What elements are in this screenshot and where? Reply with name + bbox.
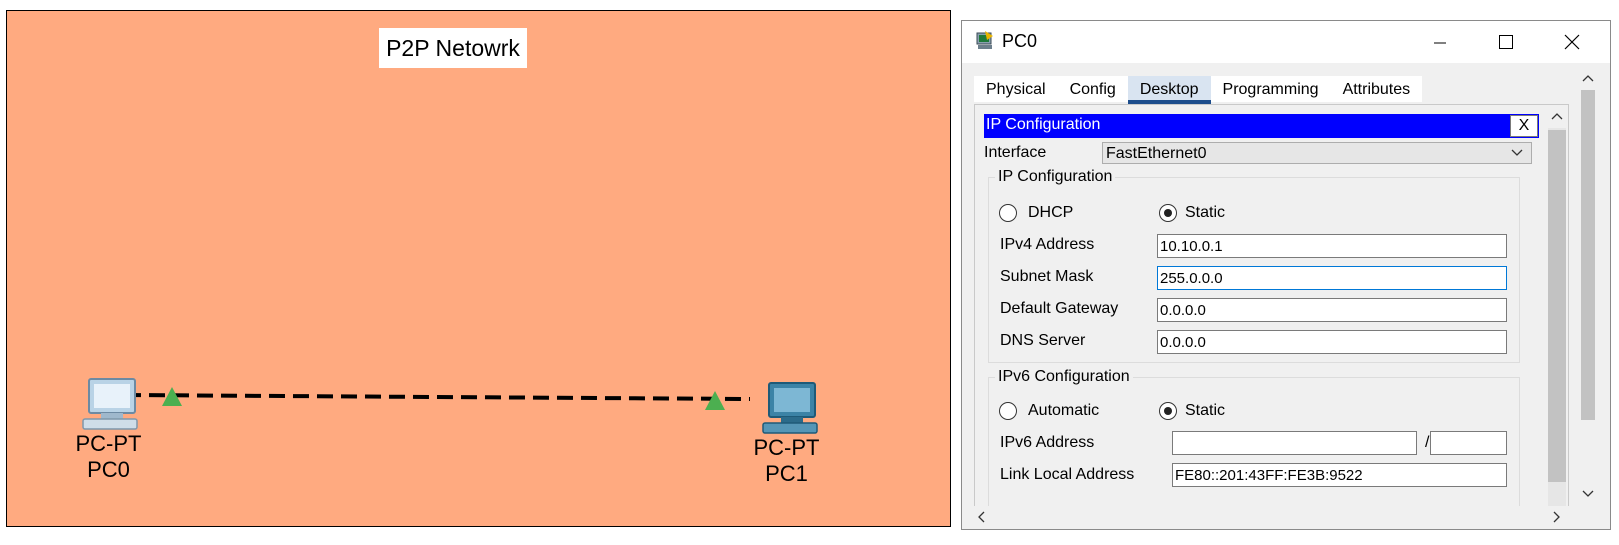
default-gateway-field[interactable] <box>1157 298 1507 322</box>
close-button[interactable] <box>1549 21 1595 63</box>
dns-server-label: DNS Server <box>1000 332 1086 349</box>
link-local-address-field[interactable] <box>1172 463 1507 487</box>
tab-bar: Physical Config Desktop Programming Attr… <box>974 76 1423 104</box>
subnet-mask-field[interactable] <box>1157 266 1507 290</box>
subnet-mask-label: Subnet Mask <box>1000 268 1094 285</box>
pc-icon <box>761 382 818 434</box>
ipv4-config-group: IP Configuration DHCP Static IPv4 Addres… <box>988 168 1520 363</box>
window-title: PC0 <box>1002 31 1038 51</box>
horizontal-scrollbar[interactable] <box>972 506 1570 526</box>
ipv6-automatic-radio[interactable] <box>999 402 1017 420</box>
maximize-button[interactable] <box>1483 21 1529 63</box>
pc0-window: PC0 Physical Config Desktop Programming … <box>961 20 1611 530</box>
close-icon <box>1564 34 1580 50</box>
minimize-button[interactable] <box>1417 21 1463 63</box>
ipv6-static-radio[interactable] <box>1159 402 1177 420</box>
pc1-model-label: PC-PT <box>753 435 820 460</box>
ipv4-address-label: IPv4 Address <box>1000 236 1095 253</box>
default-gateway-label: Default Gateway <box>1000 300 1119 317</box>
tab-attributes[interactable]: Attributes <box>1330 76 1423 102</box>
ipv6-address-field[interactable] <box>1172 431 1417 455</box>
dhcp-label[interactable]: DHCP <box>1028 204 1073 222</box>
interface-select[interactable]: FastEthernet0 <box>1102 142 1532 164</box>
panel-scroll-thumb[interactable] <box>1548 130 1566 482</box>
ip-configuration-title: IP Configuration <box>986 116 1101 133</box>
ipv6-group-title: IPv6 Configuration <box>995 368 1133 386</box>
tab-physical[interactable]: Physical <box>974 76 1058 102</box>
ipv4-group-title: IP Configuration <box>995 168 1116 186</box>
static-radio[interactable] <box>1159 204 1177 222</box>
interface-label: Interface <box>984 144 1047 161</box>
scroll-up-icon <box>1551 113 1563 120</box>
ip-configuration-header: IP Configuration X <box>984 114 1539 138</box>
pc0-model-label: PC-PT <box>75 431 142 456</box>
ipv4-address-field[interactable] <box>1157 234 1507 258</box>
scroll-left-icon <box>978 511 985 523</box>
tab-config[interactable]: Config <box>1057 76 1128 102</box>
static-label[interactable]: Static <box>1185 204 1225 222</box>
ipv6-address-label: IPv6 Address <box>1000 434 1095 451</box>
scroll-right-icon <box>1553 511 1560 523</box>
ipv6-static-label[interactable]: Static <box>1185 402 1225 420</box>
ipv6-automatic-label[interactable]: Automatic <box>1028 402 1099 420</box>
pc-icon <box>81 378 138 430</box>
pc1-device[interactable]: PC-PT PC1 <box>739 381 834 487</box>
desktop-panel: IP Configuration X Interface FastEtherne… <box>974 104 1569 511</box>
title-bar[interactable]: PC0 <box>962 21 1610 63</box>
topology-canvas[interactable]: P2P Netowrk PC-PT PC0 PC-PT PC1 <box>6 10 951 527</box>
window-vertical-scrollbar[interactable] <box>1578 66 1598 506</box>
window-scroll-thumb[interactable] <box>1581 90 1595 420</box>
minimize-icon <box>1434 42 1446 44</box>
packet-tracer-icon <box>976 31 993 49</box>
interface-select-value: FastEthernet0 <box>1106 145 1207 162</box>
panel-vertical-scrollbar[interactable] <box>1546 106 1568 510</box>
scroll-up-icon <box>1582 75 1594 82</box>
pc0-device[interactable]: PC-PT PC0 <box>61 377 156 483</box>
ipv6-prefix-field[interactable] <box>1430 431 1507 455</box>
chevron-down-icon <box>1511 149 1523 156</box>
maximize-icon <box>1499 35 1513 49</box>
dns-server-field[interactable] <box>1157 330 1507 354</box>
tab-programming[interactable]: Programming <box>1210 76 1331 102</box>
dhcp-radio[interactable] <box>999 204 1017 222</box>
ipv6-config-group: IPv6 Configuration Automatic Static IPv6… <box>988 368 1520 510</box>
link-local-address-label: Link Local Address <box>1000 466 1135 483</box>
tab-desktop[interactable]: Desktop <box>1127 76 1211 104</box>
prefix-separator: / <box>1425 434 1430 451</box>
pc0-name-label[interactable]: PC0 <box>61 457 156 483</box>
pc1-name-label[interactable]: PC1 <box>739 461 834 487</box>
scroll-down-icon <box>1582 490 1594 497</box>
ip-configuration-close-button[interactable]: X <box>1510 115 1538 137</box>
